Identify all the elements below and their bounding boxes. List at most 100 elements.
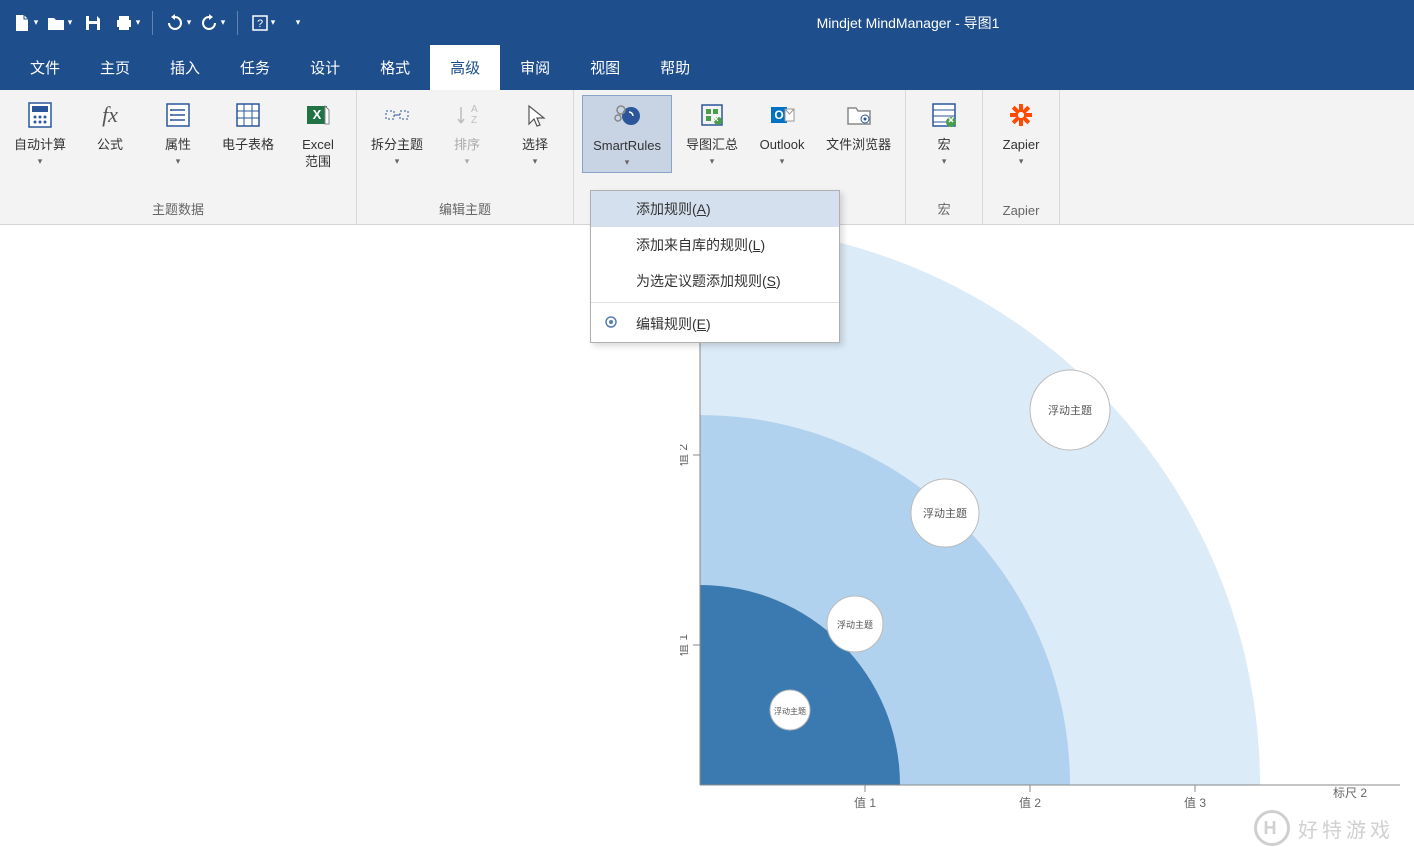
ribbon-group-macro: 宏 ▾ 宏 (906, 90, 983, 224)
dropdown-item-label: 为选定议题添加规则(S) (636, 273, 781, 289)
watermark-text: 好特游戏 (1298, 814, 1394, 843)
calculator-icon (24, 99, 56, 131)
qat-customize-button[interactable]: ▾ (282, 8, 312, 38)
tab-review[interactable]: 审阅 (500, 45, 570, 90)
qat-separator (237, 11, 238, 35)
chevron-down-icon: ▾ (176, 156, 181, 167)
chevron-down-icon: ▾ (533, 156, 538, 167)
tab-format[interactable]: 格式 (360, 45, 430, 90)
chevron-down-icon: ▾ (710, 156, 715, 167)
bubble-4[interactable]: 浮动主题 (1030, 370, 1110, 450)
tab-tasks[interactable]: 任务 (220, 45, 290, 90)
map-rollup-button[interactable]: 导图汇总 ▾ (680, 95, 744, 171)
svg-text:X: X (313, 107, 322, 122)
outlook-button[interactable]: O Outlook ▾ (752, 95, 812, 171)
spreadsheet-button[interactable]: 电子表格 (216, 95, 280, 158)
excel-icon: X (302, 99, 334, 131)
quick-access-toolbar: ▾ ▾ ▾ ▾ ▾ ?▾ ▾ (10, 8, 312, 38)
save-button[interactable] (78, 8, 108, 38)
add-rule-for-selected-item[interactable]: 为选定议题添加规则(S) (591, 263, 839, 299)
edit-rule-item[interactable]: 编辑规则(E) (591, 306, 839, 342)
ribbon: 自动计算 ▾ fx 公式 属性 ▾ 电子表格 (0, 90, 1414, 225)
x-axis-label: 标尺 2 (1333, 786, 1367, 800)
macro-icon (928, 99, 960, 131)
ribbon-group-topic-data: 自动计算 ▾ fx 公式 属性 ▾ 电子表格 (0, 90, 357, 224)
dropdown-separator (591, 302, 839, 303)
new-button[interactable]: ▾ (10, 8, 40, 38)
tab-advanced[interactable]: 高级 (430, 45, 500, 90)
sort-button: AZ 排序 ▾ (437, 95, 497, 171)
qat-separator (152, 11, 153, 35)
dropdown-item-label: 添加来自库的规则(L) (636, 237, 765, 253)
tab-insert[interactable]: 插入 (150, 45, 220, 90)
title-bar: ▾ ▾ ▾ ▾ ▾ ?▾ ▾ Mindjet MindManager - 导图1 (0, 0, 1414, 45)
formula-button[interactable]: fx 公式 (80, 95, 140, 158)
bubble-2[interactable]: 浮动主题 (827, 596, 883, 652)
svg-text:A: A (471, 104, 478, 115)
chevron-down-icon: ▾ (1019, 156, 1024, 167)
autocalc-button[interactable]: 自动计算 ▾ (8, 95, 72, 171)
smartrules-button[interactable]: SmartRules ▾ (582, 95, 672, 173)
svg-text:?: ? (257, 18, 263, 30)
watermark: H 好特游戏 (1254, 810, 1394, 846)
grid-icon (232, 99, 264, 131)
open-button[interactable]: ▾ (44, 8, 74, 38)
svg-text:O: O (774, 108, 783, 122)
tab-file[interactable]: 文件 (10, 45, 80, 90)
chevron-down-icon: ▾ (38, 156, 43, 167)
properties-button[interactable]: 属性 ▾ (148, 95, 208, 171)
ribbon-group-zapier: Zapier ▾ Zapier (983, 90, 1060, 224)
chevron-down-icon: ▾ (625, 157, 630, 168)
undo-button[interactable]: ▾ (163, 8, 193, 38)
fx-icon: fx (94, 99, 126, 131)
help-button[interactable]: ?▾ (248, 8, 278, 38)
tab-view[interactable]: 视图 (570, 45, 640, 90)
macro-button[interactable]: 宏 ▾ (914, 95, 974, 171)
zapier-icon (1005, 99, 1037, 131)
svg-text:浮动主题: 浮动主题 (923, 507, 967, 520)
split-icon (381, 99, 413, 131)
chevron-down-icon: ▾ (942, 156, 947, 167)
tab-design[interactable]: 设计 (290, 45, 360, 90)
window-title: Mindjet MindManager - 导图1 (312, 13, 1404, 33)
bubble-3[interactable]: 浮动主题 (911, 479, 979, 547)
x-tick-1: 值 1 (854, 795, 876, 810)
y-tick-1: 值 1 (680, 634, 690, 656)
x-tick-3: 值 3 (1184, 795, 1206, 810)
x-tick-2: 值 2 (1019, 795, 1041, 810)
chevron-down-icon: ▾ (780, 156, 785, 167)
bubble-1[interactable]: 浮动主题 (770, 690, 810, 730)
tab-help[interactable]: 帮助 (640, 45, 710, 90)
ribbon-group-edit-topic: 拆分主题 ▾ AZ 排序 ▾ 选择 ▾ 编辑主题 (357, 90, 574, 224)
svg-text:Z: Z (471, 115, 477, 126)
svg-text:浮动主题: 浮动主题 (837, 619, 873, 630)
rollup-icon (696, 99, 728, 131)
list-icon (162, 99, 194, 131)
split-topic-button[interactable]: 拆分主题 ▾ (365, 95, 429, 171)
add-rule-item[interactable]: 添加规则(A) (591, 191, 839, 227)
tab-home[interactable]: 主页 (80, 45, 150, 90)
gear-icon (603, 314, 621, 332)
menu-tabs: 文件 主页 插入 任务 设计 格式 高级 审阅 视图 帮助 (0, 45, 1414, 90)
smartrules-dropdown: 添加规则(A) 添加来自库的规则(L) 为选定议题添加规则(S) 编辑规则(E) (590, 190, 840, 343)
print-button[interactable]: ▾ (112, 8, 142, 38)
folder-gear-icon (843, 99, 875, 131)
select-button[interactable]: 选择 ▾ (505, 95, 565, 171)
add-rule-from-library-item[interactable]: 添加来自库的规则(L) (591, 227, 839, 263)
dropdown-item-label: 添加规则(A) (636, 201, 711, 217)
svg-text:浮动主题: 浮动主题 (1048, 404, 1092, 417)
sort-icon: AZ (451, 99, 483, 131)
excel-range-button[interactable]: X Excel 范围 (288, 95, 348, 175)
svg-text:浮动主题: 浮动主题 (774, 706, 806, 716)
smartrules-icon (611, 100, 643, 132)
dropdown-item-label: 编辑规则(E) (636, 316, 711, 332)
file-browser-button[interactable]: 文件浏览器 (820, 95, 897, 158)
redo-button[interactable]: ▾ (197, 8, 227, 38)
chevron-down-icon: ▾ (395, 156, 400, 167)
watermark-logo: H (1254, 810, 1290, 846)
y-tick-2: 值 2 (680, 444, 690, 466)
cursor-icon (519, 99, 551, 131)
chevron-down-icon: ▾ (465, 156, 470, 167)
zapier-button[interactable]: Zapier ▾ (991, 95, 1051, 171)
outlook-icon: O (766, 99, 798, 131)
